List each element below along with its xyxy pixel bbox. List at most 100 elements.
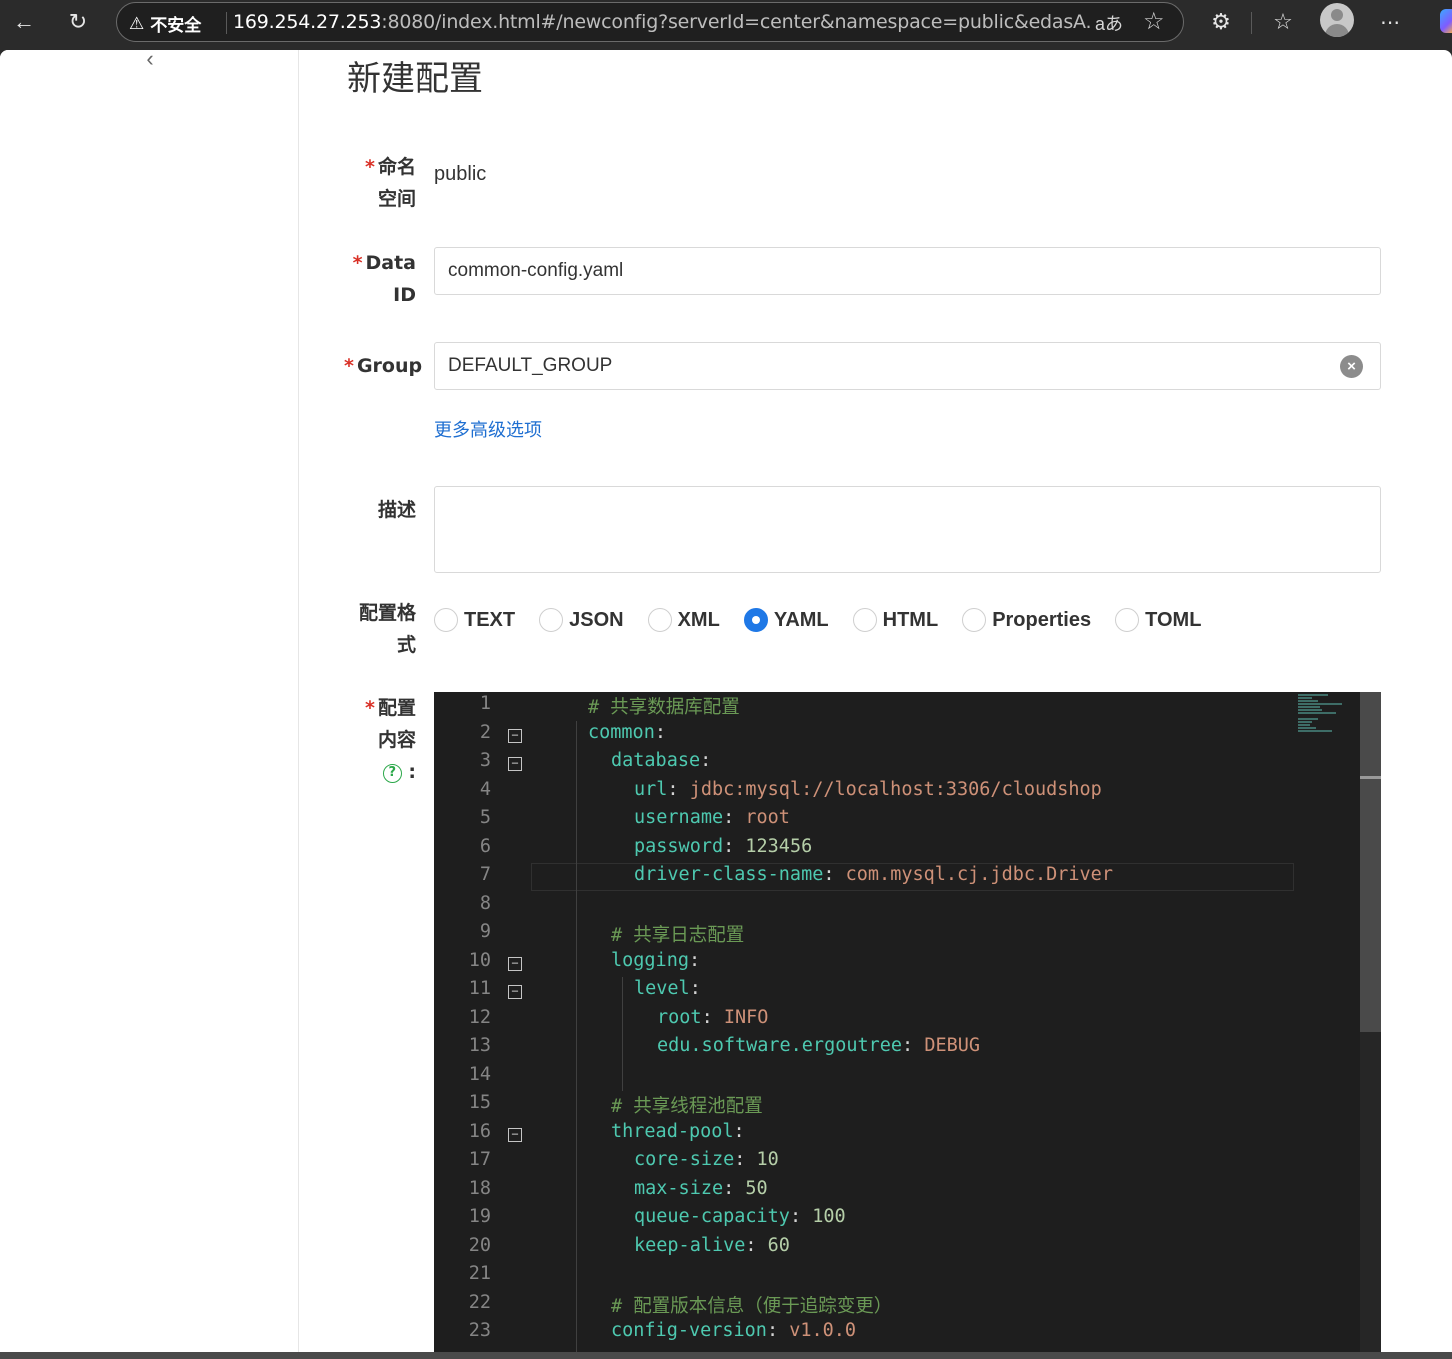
format-radio-group: TEXT JSON XML YAML HTML Properties TOML: [434, 605, 1225, 635]
avatar[interactable]: [1320, 3, 1354, 37]
line-number: 9: [479, 921, 491, 942]
radio-icon[interactable]: [647, 608, 672, 632]
line-number: 2: [479, 721, 491, 743]
code-line[interactable]: # 共享日志配置: [611, 921, 744, 947]
code-token: :: [654, 721, 666, 743]
code-token: DEBUG: [924, 1035, 981, 1056]
address-bar[interactable]: ⚠ 不安全 169.254.27.253:8080/index.html#/ne…: [116, 2, 1184, 42]
code-token: :: [823, 864, 846, 885]
data-id-input[interactable]: common-config.yaml: [434, 247, 1381, 295]
code-token: core-size: [634, 1149, 735, 1170]
line-number: 23: [468, 1320, 491, 1341]
star-icon[interactable]: ☆: [1143, 7, 1165, 36]
url-text[interactable]: 169.254.27.253:8080/index.html#/newconfi…: [233, 11, 1093, 33]
indent-guide: [622, 977, 623, 1091]
required-mark: *: [344, 355, 354, 377]
code-token: :: [723, 835, 746, 857]
line-number: 3: [479, 750, 491, 771]
line-number: 16: [468, 1120, 491, 1142]
minimap[interactable]: [1298, 694, 1346, 744]
refresh-icon[interactable]: ↻: [60, 5, 96, 39]
line-number: 6: [479, 835, 491, 857]
line-number: 21: [468, 1263, 491, 1284]
radio-icon[interactable]: [1115, 608, 1140, 632]
format-option-text[interactable]: TEXT: [434, 608, 515, 632]
code-line[interactable]: queue-capacity: 100: [634, 1206, 846, 1227]
radio-icon[interactable]: [852, 608, 877, 632]
help-icon[interactable]: ?: [382, 764, 402, 783]
chevron-left-icon[interactable]: ‹: [140, 50, 160, 70]
line-number: 22: [468, 1291, 491, 1313]
code-token: 50: [745, 1177, 768, 1199]
code-line[interactable]: root: INFO: [657, 1007, 768, 1028]
editor-scrollbar-thumb[interactable]: [1360, 692, 1381, 1032]
code-token: common: [588, 721, 655, 743]
code-token: max-size: [634, 1177, 724, 1199]
code-line[interactable]: common:: [588, 722, 666, 743]
fold-icon[interactable]: −: [508, 757, 522, 771]
required-mark: *: [365, 156, 375, 178]
line-number: 17: [468, 1149, 491, 1170]
security-warning[interactable]: ⚠ 不安全: [129, 11, 201, 36]
code-token: edu.software.ergoutree: [657, 1035, 903, 1056]
format-option-label: XML: [677, 608, 720, 631]
code-line[interactable]: url: jdbc:mysql://localhost:3306/cloudsh…: [634, 779, 1102, 800]
format-option-label: JSON: [569, 608, 624, 631]
format-option-toml[interactable]: TOML: [1115, 608, 1201, 632]
code-line[interactable]: keep-alive: 60: [634, 1235, 790, 1256]
code-line[interactable]: database:: [611, 750, 711, 771]
line-number: 15: [468, 1092, 491, 1113]
code-token: root: [657, 1006, 702, 1028]
content-label: * 配置 内容 ? :: [365, 697, 416, 783]
copilot-icon[interactable]: [1440, 9, 1452, 33]
code-line[interactable]: thread-pool:: [611, 1121, 745, 1142]
format-option-properties[interactable]: Properties: [962, 608, 1091, 632]
fold-icon[interactable]: −: [508, 728, 522, 743]
code-line[interactable]: edu.software.ergoutree: DEBUG: [657, 1035, 980, 1056]
code-line[interactable]: password: 123456: [634, 836, 812, 857]
format-option-label: YAML: [773, 608, 829, 631]
code-line[interactable]: driver-class-name: com.mysql.cj.jdbc.Dri…: [634, 864, 1113, 885]
code-line[interactable]: config-version: v1.0.0: [611, 1320, 856, 1341]
code-token: username: [634, 807, 724, 828]
extensions-icon[interactable]: ⚙: [1203, 5, 1239, 39]
radio-icon[interactable]: [434, 608, 458, 632]
code-token: # 共享线程池配置: [611, 1096, 763, 1117]
format-option-json[interactable]: JSON: [539, 608, 624, 632]
line-number: 13: [468, 1035, 491, 1056]
format-option-html[interactable]: HTML: [852, 608, 938, 632]
code-token: # 共享日志配置: [611, 925, 745, 946]
translate-icon[interactable]: aあ: [1095, 10, 1123, 36]
code-line[interactable]: # 共享线程池配置: [611, 1092, 763, 1118]
code-line[interactable]: # 共享数据库配置: [588, 693, 740, 719]
advanced-options-link[interactable]: 更多高级选项: [434, 416, 542, 442]
clear-icon[interactable]: ×: [1340, 355, 1363, 378]
radio-icon[interactable]: [743, 608, 768, 632]
page-title: 新建配置: [347, 59, 483, 99]
code-token: url: [634, 778, 668, 800]
required-mark: *: [365, 697, 375, 719]
format-option-xml[interactable]: XML: [647, 608, 720, 632]
code-line[interactable]: max-size: 50: [634, 1178, 768, 1199]
fold-icon[interactable]: −: [508, 1127, 522, 1142]
format-option-yaml[interactable]: YAML: [743, 608, 829, 632]
data-id-label: * Data ID: [352, 252, 416, 306]
group-input[interactable]: DEFAULT_GROUP ×: [434, 342, 1381, 390]
code-line[interactable]: core-size: 10: [634, 1149, 779, 1170]
code-editor[interactable]: 1 # 共享数据库配置 2 − common: 3 − database: 4 url: jdbc…: [434, 692, 1381, 1352]
line-number: 8: [479, 892, 491, 914]
sidebar: ‹: [0, 50, 299, 1352]
description-textarea[interactable]: [434, 486, 1381, 573]
fold-icon[interactable]: −: [508, 956, 522, 971]
code-line[interactable]: level:: [634, 978, 701, 999]
favorites-icon[interactable]: ☆: [1265, 5, 1301, 39]
code-line[interactable]: logging:: [611, 950, 700, 971]
namespace-value: public: [434, 163, 487, 185]
back-arrow-icon[interactable]: ←: [6, 5, 42, 39]
more-icon[interactable]: ⋯: [1372, 5, 1408, 39]
radio-icon[interactable]: [539, 608, 564, 632]
radio-icon[interactable]: [962, 608, 987, 632]
fold-icon[interactable]: −: [508, 985, 522, 999]
code-line[interactable]: # 配置版本信息（便于追踪变更）: [611, 1292, 892, 1318]
code-line[interactable]: username: root: [634, 807, 790, 828]
